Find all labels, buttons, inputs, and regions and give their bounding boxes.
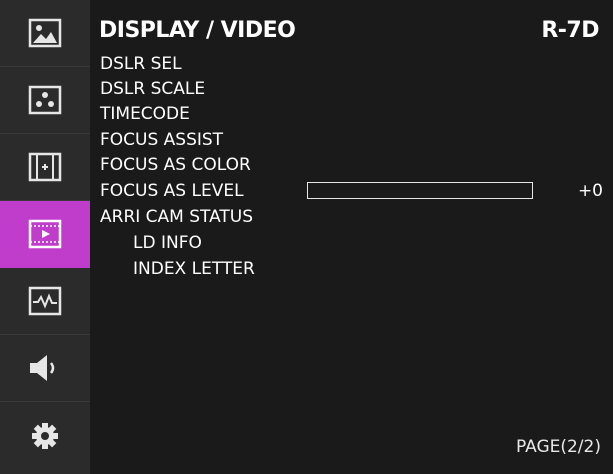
dots-icon bbox=[28, 85, 62, 115]
waveform-icon bbox=[28, 286, 62, 316]
sidebar-item-image[interactable] bbox=[0, 0, 90, 67]
sidebar-item-audio[interactable] bbox=[0, 335, 90, 402]
video-play-icon bbox=[28, 219, 62, 249]
speaker-icon bbox=[28, 353, 62, 383]
focus-level-value: +0 bbox=[577, 181, 603, 201]
menu-item-dslr-sel[interactable]: DSLR SEL bbox=[100, 54, 182, 74]
page-title: DISPLAY / VIDEO bbox=[99, 18, 296, 43]
menu-item-index-letter[interactable]: INDEX LETTER bbox=[133, 259, 255, 279]
sidebar-item-settings[interactable] bbox=[0, 402, 90, 469]
menu-item-timecode[interactable]: TIMECODE bbox=[100, 104, 190, 124]
image-icon bbox=[28, 18, 62, 48]
sidebar-item-dots[interactable] bbox=[0, 67, 90, 134]
menu-item-focus-as-level[interactable]: FOCUS AS LEVEL bbox=[100, 181, 244, 201]
focus-level-slider[interactable] bbox=[307, 182, 533, 199]
marker-frame-icon bbox=[28, 152, 62, 182]
menu-item-dslr-scale[interactable]: DSLR SCALE bbox=[100, 79, 205, 99]
sidebar-item-waveform[interactable] bbox=[0, 268, 90, 335]
menu-item-focus-as-color[interactable]: FOCUS AS COLOR bbox=[100, 155, 251, 175]
model-label: R-7D bbox=[541, 18, 599, 43]
gear-icon bbox=[30, 421, 60, 451]
sidebar-item-video[interactable] bbox=[0, 201, 90, 268]
sidebar-item-marker[interactable] bbox=[0, 134, 90, 201]
menu-item-arri-cam-status[interactable]: ARRI CAM STATUS bbox=[100, 207, 253, 227]
sidebar-menu bbox=[0, 0, 90, 474]
page-indicator: PAGE(2/2) bbox=[515, 437, 601, 457]
menu-item-focus-assist[interactable]: FOCUS ASSIST bbox=[100, 130, 223, 150]
menu-item-ld-info[interactable]: LD INFO bbox=[133, 233, 202, 253]
menu-panel: DISPLAY / VIDEO R-7D DSLR SEL DSLR SCALE… bbox=[90, 0, 613, 474]
